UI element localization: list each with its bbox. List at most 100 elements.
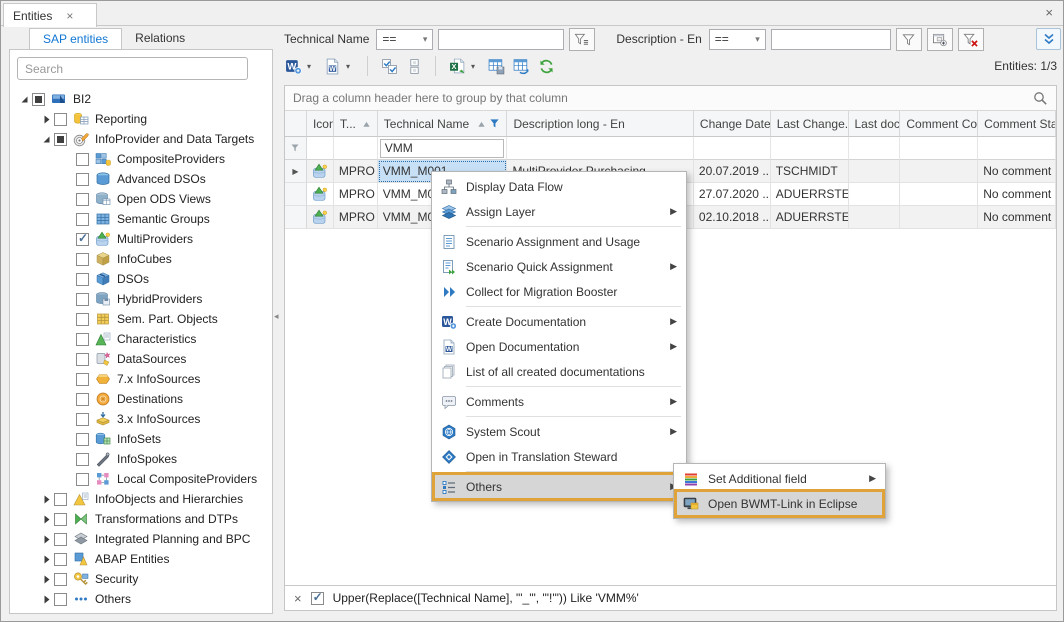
filter-cell-change-date[interactable] (694, 137, 771, 160)
open-documentation-button[interactable]: W (321, 55, 343, 77)
window-close-icon[interactable]: × (1045, 5, 1053, 20)
tree-checkbox[interactable] (76, 473, 89, 486)
cell-change-date[interactable]: 02.10.2018 ... (694, 206, 771, 229)
tree-item-integrated-planning-and-bpc[interactable]: Integrated Planning and BPC (12, 529, 270, 549)
cell-last-doc[interactable] (849, 183, 901, 206)
tree-item-hybridproviders[interactable]: HybridProviders (12, 289, 270, 309)
column-header-last-doc[interactable]: Last doc. (849, 111, 901, 137)
filter-menu-button[interactable] (569, 28, 595, 51)
collapse-icon[interactable] (16, 95, 32, 104)
tree-item-bi2[interactable]: BI2 (12, 89, 270, 109)
column-header-last-changed-by[interactable]: Last Change... (771, 111, 849, 137)
menu-item-comments[interactable]: Comments▶ (434, 389, 684, 414)
menu-item-scenario-assignment-and-usage[interactable]: Scenario Assignment and Usage (434, 229, 684, 254)
cell-comment-status[interactable]: No comment (978, 183, 1056, 206)
filter-cell-comment-co[interactable] (900, 137, 978, 160)
cell-change-date[interactable]: 20.07.2019 ... (694, 160, 771, 183)
filter-cell-last-changed-by[interactable] (771, 137, 849, 160)
filter-field1-input[interactable] (438, 29, 564, 50)
tree-item-compositeproviders[interactable]: CompositeProviders (12, 149, 270, 169)
expand-icon[interactable] (38, 555, 54, 564)
tree-item-advanced-dsos[interactable]: Advanced DSOs (12, 169, 270, 189)
menu-item-system-scout[interactable]: System Scout▶ (434, 419, 684, 444)
expand-icon[interactable] (38, 115, 54, 124)
tree-checkbox[interactable] (76, 273, 89, 286)
menu-item-create-documentation[interactable]: WCreate Documentation▶ (434, 309, 684, 334)
expand-icon[interactable] (38, 535, 54, 544)
tree-checkbox[interactable] (54, 553, 67, 566)
tree-checkbox[interactable] (54, 513, 67, 526)
tree-checkbox[interactable] (54, 593, 67, 606)
column-filter-icon[interactable] (489, 118, 500, 129)
tree-checkbox[interactable] (76, 233, 89, 246)
load-grid-layout-button[interactable] (510, 55, 532, 77)
filter-cell-technical-name[interactable]: VMM (378, 137, 508, 160)
clear-filter-button[interactable] (958, 28, 984, 51)
column-header-change-date[interactable]: Change Date (694, 111, 771, 137)
expand-icon[interactable] (38, 495, 54, 504)
tree-item-abap-entities[interactable]: ABAP Entities (12, 549, 270, 569)
cell-change-date[interactable]: 27.07.2020 ... (694, 183, 771, 206)
tree-item-datasources[interactable]: DataSources (12, 349, 270, 369)
menu-item-others[interactable]: Others▶ (434, 474, 684, 499)
menu-item-open-documentation[interactable]: WOpen Documentation▶ (434, 334, 684, 359)
tree-item-others[interactable]: Others (12, 589, 270, 609)
tree-checkbox[interactable] (76, 213, 89, 226)
cell-last-changed-by[interactable]: TSCHMIDT (771, 160, 849, 183)
filter-value-input[interactable]: VMM (380, 139, 505, 158)
cell-type[interactable]: MPRO (334, 206, 378, 229)
search-input[interactable]: Search (17, 57, 248, 80)
filter-cell-type[interactable] (334, 137, 378, 160)
tree-item-semantic-groups[interactable]: Semantic Groups (12, 209, 270, 229)
tree-checkbox[interactable] (76, 173, 89, 186)
tree-checkbox[interactable] (54, 113, 67, 126)
tree-checkbox[interactable] (76, 253, 89, 266)
menu-item-set-additional-field[interactable]: Set Additional field▶ (676, 466, 883, 491)
tree-checkbox[interactable] (54, 573, 67, 586)
cell-comment-co[interactable] (900, 160, 978, 183)
tree-item-open-ods-views[interactable]: Open ODS Views (12, 189, 270, 209)
expand-icon[interactable] (38, 595, 54, 604)
column-header-technical-name[interactable]: Technical Name (378, 111, 508, 137)
tree-item-multiproviders[interactable]: MultiProviders (12, 229, 270, 249)
tree-item-transformations-and-dtps[interactable]: Transformations and DTPs (12, 509, 270, 529)
tree-item-infoprovider-and-data-targets[interactable]: InfoProvider and Data Targets (12, 129, 270, 149)
menu-item-scenario-quick-assignment[interactable]: Scenario Quick Assignment▶ (434, 254, 684, 279)
tree-checkbox[interactable] (76, 153, 89, 166)
tree-item-sem-part-objects[interactable]: Sem. Part. Objects (12, 309, 270, 329)
cell-last-changed-by[interactable]: ADUERRSTEIN (771, 183, 849, 206)
tree-checkbox[interactable] (76, 353, 89, 366)
tree-item-characteristics[interactable]: Characteristics (12, 329, 270, 349)
chevron-down-icon[interactable]: ▾ (307, 62, 318, 71)
filter-cell-description[interactable] (507, 137, 694, 160)
menu-item-assign-layer[interactable]: Assign Layer▶ (434, 199, 684, 224)
filter-cell-comment-sta[interactable] (978, 137, 1056, 160)
tree-item-local-compositeproviders[interactable]: Local CompositeProviders (12, 469, 270, 489)
tree-item-infosets[interactable]: InfoSets (12, 429, 270, 449)
tree-checkbox[interactable] (54, 533, 67, 546)
menu-item-collect-for-migration-booster[interactable]: Collect for Migration Booster (434, 279, 684, 304)
column-header-icon[interactable]: Icon (307, 111, 334, 137)
tree-item-infospokes[interactable]: InfoSpokes (12, 449, 270, 469)
tree-checkbox[interactable] (76, 453, 89, 466)
tree-checkbox[interactable] (76, 413, 89, 426)
tab-close-icon[interactable]: × (66, 9, 73, 23)
cell-comment-status[interactable]: No comment (978, 206, 1056, 229)
expand-filter-panel-button[interactable] (1036, 28, 1061, 50)
cell-type[interactable]: MPRO (334, 183, 378, 206)
tree-checkbox[interactable] (76, 393, 89, 406)
tree-checkbox[interactable] (76, 313, 89, 326)
menu-item-display-data-flow[interactable]: Display Data Flow (434, 174, 684, 199)
expand-icon[interactable] (38, 575, 54, 584)
tree-item-7-x-infosources[interactable]: 7.x InfoSources (12, 369, 270, 389)
tree-item-infocubes[interactable]: InfoCubes (12, 249, 270, 269)
cell-last-doc[interactable] (849, 160, 901, 183)
filter-field1-operator[interactable]: == ▾ (376, 29, 433, 50)
tree-checkbox[interactable] (76, 333, 89, 346)
menu-item-open-in-translation-steward[interactable]: Open in Translation Steward (434, 444, 684, 469)
refresh-button[interactable] (535, 55, 557, 77)
search-icon[interactable] (1032, 90, 1048, 107)
cell-comment-status[interactable]: No comment (978, 160, 1056, 183)
filter-dialog-button[interactable] (927, 28, 953, 51)
splitter-collapse-icon[interactable]: ◂ (274, 311, 279, 322)
